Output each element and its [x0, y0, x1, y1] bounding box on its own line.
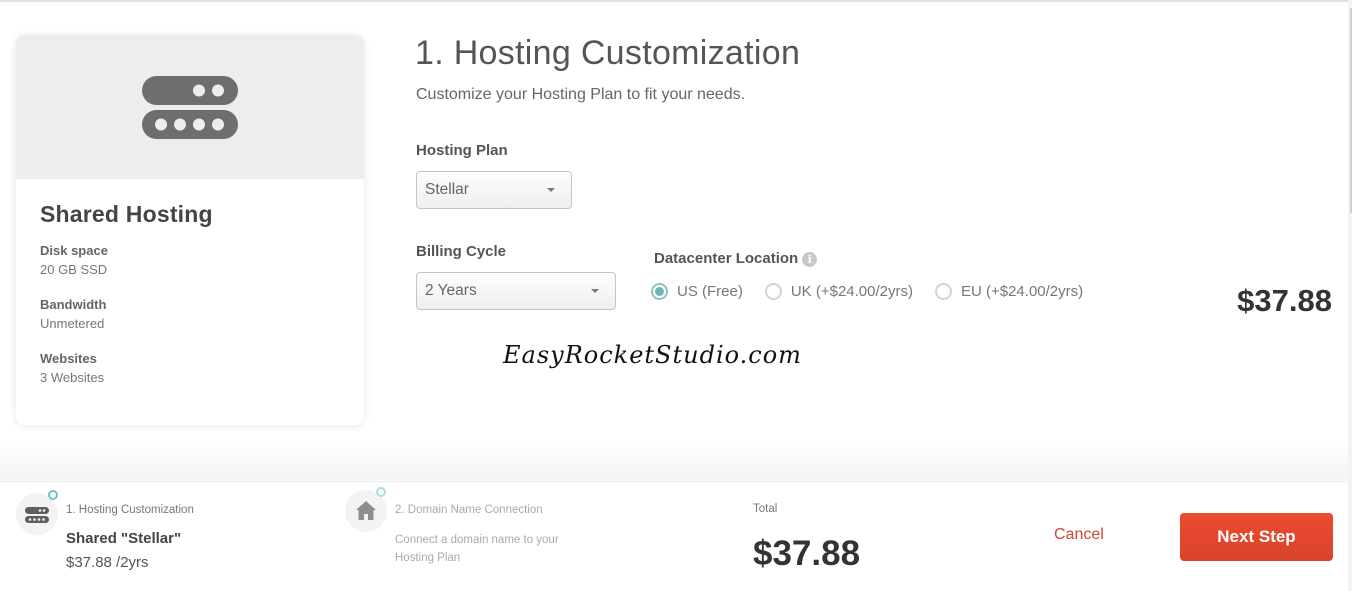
- plan-price: $37.88: [1237, 283, 1332, 318]
- next-step-button[interactable]: Next Step: [1180, 513, 1333, 561]
- radio-uk[interactable]: UK (+$24.00/2yrs): [764, 283, 913, 300]
- radio-eu[interactable]: EU (+$24.00/2yrs): [934, 283, 1084, 300]
- spec-websites: Websites 3 Websites: [40, 350, 340, 389]
- page-subtitle: Customize your Hosting Plan to fit your …: [416, 86, 746, 103]
- spec-bandwidth: Bandwidth Unmetered: [40, 296, 340, 335]
- radio-button[interactable]: [934, 283, 952, 300]
- hosting-plan-select[interactable]: Stellar: [416, 171, 572, 209]
- radio-label: EU (+$24.00/2yrs): [960, 283, 1084, 300]
- step-label: 2. Domain Name Connection: [395, 504, 543, 516]
- spec-label: Websites: [40, 351, 97, 366]
- plan-summary-card: Shared Hosting Disk space 20 GB SSD Band…: [16, 35, 364, 425]
- radio-button[interactable]: [764, 283, 782, 300]
- spec-value: 20 GB SSD: [40, 262, 108, 277]
- spec-label: Disk space: [40, 243, 108, 258]
- radio-button-checked[interactable]: [651, 283, 668, 300]
- step-status-ring: [376, 487, 386, 497]
- radio-us[interactable]: US (Free): [651, 283, 743, 300]
- plan-title: Shared Hosting: [40, 201, 213, 227]
- top-border: [0, 0, 1352, 2]
- datacenter-label-text: Datacenter Location: [654, 250, 799, 267]
- radio-label: UK (+$24.00/2yrs): [790, 283, 913, 300]
- step-label: 1. Hosting Customization: [66, 504, 194, 516]
- page-title: 1. Hosting Customization: [415, 34, 801, 72]
- radio-label: US (Free): [677, 283, 743, 300]
- billing-cycle-value: 2 Years: [425, 282, 477, 299]
- datacenter-label: Datacenter Location i: [654, 250, 818, 267]
- hosting-plan-value: Stellar: [425, 181, 469, 198]
- checkout-footer: 1. Hosting Customization Shared "Stellar…: [0, 481, 1348, 591]
- spec-value: Unmetered: [40, 316, 105, 331]
- spec-value: 3 Websites: [40, 370, 105, 385]
- billing-cycle-select[interactable]: 2 Years: [416, 272, 616, 310]
- caret-down-icon: [591, 289, 599, 293]
- spec-disk-space: Disk space 20 GB SSD: [40, 242, 340, 281]
- home-icon: [356, 501, 376, 520]
- datacenter-radio-group: US (Free) UK (+$24.00/2yrs) EU (+$24.00/…: [651, 283, 1105, 300]
- scrollbar[interactable]: [1348, 0, 1352, 591]
- hosting-plan-label: Hosting Plan: [416, 142, 508, 159]
- footer-shadow: [0, 440, 1348, 480]
- cancel-button[interactable]: Cancel: [1054, 526, 1104, 544]
- info-icon[interactable]: i: [802, 251, 818, 267]
- watermark-text: EasyRocketStudio.com: [503, 341, 802, 369]
- step-description: Connect a domain name to your Hosting Pl…: [395, 534, 559, 564]
- billing-cycle-label: Billing Cycle: [416, 243, 507, 260]
- step-price: $37.88 /2yrs: [66, 554, 149, 571]
- step-status-ring: [48, 490, 58, 500]
- total-label: Total: [753, 503, 778, 515]
- plan-card-hero: [16, 35, 364, 179]
- caret-down-icon: [547, 188, 555, 192]
- server-icon: [142, 76, 238, 139]
- server-icon: [25, 507, 49, 523]
- total-value: $37.88: [753, 534, 861, 573]
- step-selected-plan: Shared "Stellar": [66, 530, 182, 547]
- spec-label: Bandwidth: [40, 297, 107, 312]
